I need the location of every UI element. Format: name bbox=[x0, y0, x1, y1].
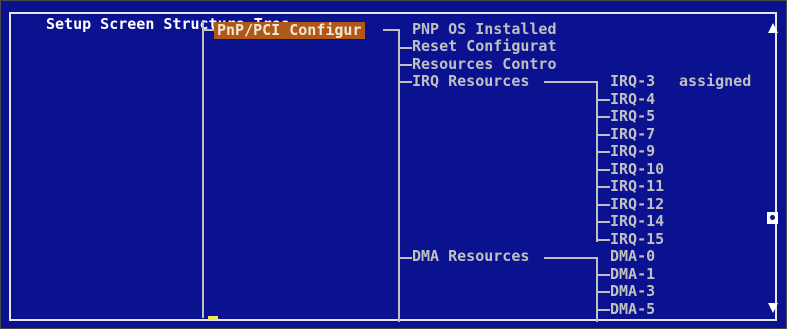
tree-node-pnp-pci-config[interactable]: PnP/PCI Configur bbox=[214, 22, 365, 39]
tree-node-irq-14[interactable]: IRQ-14 bbox=[610, 213, 664, 230]
irq-branch-line bbox=[596, 99, 610, 101]
root-to-children-line bbox=[383, 29, 399, 31]
tree-node-dma-resources[interactable]: DMA Resources bbox=[412, 248, 529, 265]
children-trunk-line bbox=[398, 29, 400, 322]
tree-node-irq-3[interactable]: IRQ-3 bbox=[610, 73, 655, 90]
text-cursor bbox=[208, 316, 218, 320]
tree-node-irq-9[interactable]: IRQ-9 bbox=[610, 143, 655, 160]
tree-node-irq-15[interactable]: IRQ-15 bbox=[610, 231, 664, 248]
tree-node-irq-12[interactable]: IRQ-12 bbox=[610, 196, 664, 213]
irq-branch-line bbox=[596, 204, 610, 206]
tree-node-irq-resources[interactable]: IRQ Resources bbox=[412, 73, 529, 90]
scroll-thumb[interactable] bbox=[767, 212, 778, 224]
dma-connector-line bbox=[544, 257, 598, 259]
dma-branch-line bbox=[596, 309, 610, 311]
bios-setup-screen: Setup Screen Structure Tree PnP/PCI Conf… bbox=[0, 0, 787, 329]
tree-node-dma-1[interactable]: DMA-1 bbox=[610, 266, 655, 283]
tree-node-reset-configuration[interactable]: Reset Configurat bbox=[412, 38, 557, 55]
dma-trunk-line bbox=[596, 257, 598, 322]
irq-branch-line bbox=[596, 116, 610, 118]
irq-branch-line bbox=[596, 186, 610, 188]
dma-branch-line bbox=[596, 291, 610, 293]
irq-branch-line bbox=[596, 239, 610, 241]
irq-3-assignment-label: assigned bbox=[679, 72, 752, 90]
tree-node-dma-0[interactable]: DMA-0 bbox=[610, 248, 655, 265]
tree-node-irq-5[interactable]: IRQ-5 bbox=[610, 108, 655, 125]
irq-branch-line bbox=[596, 221, 610, 223]
tree-node-dma-5[interactable]: DMA-5 bbox=[610, 301, 655, 318]
branch-line bbox=[398, 64, 412, 66]
irq-branch-line bbox=[596, 134, 610, 136]
arrow-up-icon[interactable] bbox=[768, 23, 778, 33]
tree-trunk-line bbox=[202, 20, 204, 318]
branch-line bbox=[398, 47, 412, 49]
irq-connector-line bbox=[544, 81, 598, 83]
tree-node-irq-11[interactable]: IRQ-11 bbox=[610, 178, 664, 195]
dma-branch-line bbox=[596, 274, 610, 276]
tree-node-irq-10[interactable]: IRQ-10 bbox=[610, 161, 664, 178]
irq-trunk-line bbox=[596, 81, 598, 242]
vertical-scrollbar[interactable] bbox=[766, 19, 780, 321]
root-connector-line bbox=[202, 29, 214, 31]
branch-line bbox=[398, 257, 412, 259]
tree-node-dma-3[interactable]: DMA-3 bbox=[610, 283, 655, 300]
branch-line bbox=[398, 81, 412, 83]
irq-branch-line bbox=[596, 169, 610, 171]
tree-node-resources-controlled[interactable]: Resources Contro bbox=[412, 56, 557, 73]
tree-node-pnp-os-installed[interactable]: PNP OS Installed bbox=[412, 21, 557, 38]
arrow-down-icon[interactable] bbox=[768, 303, 778, 313]
tree-node-irq-4[interactable]: IRQ-4 bbox=[610, 91, 655, 108]
irq-branch-line bbox=[596, 151, 610, 153]
tree-node-irq-7[interactable]: IRQ-7 bbox=[610, 126, 655, 143]
